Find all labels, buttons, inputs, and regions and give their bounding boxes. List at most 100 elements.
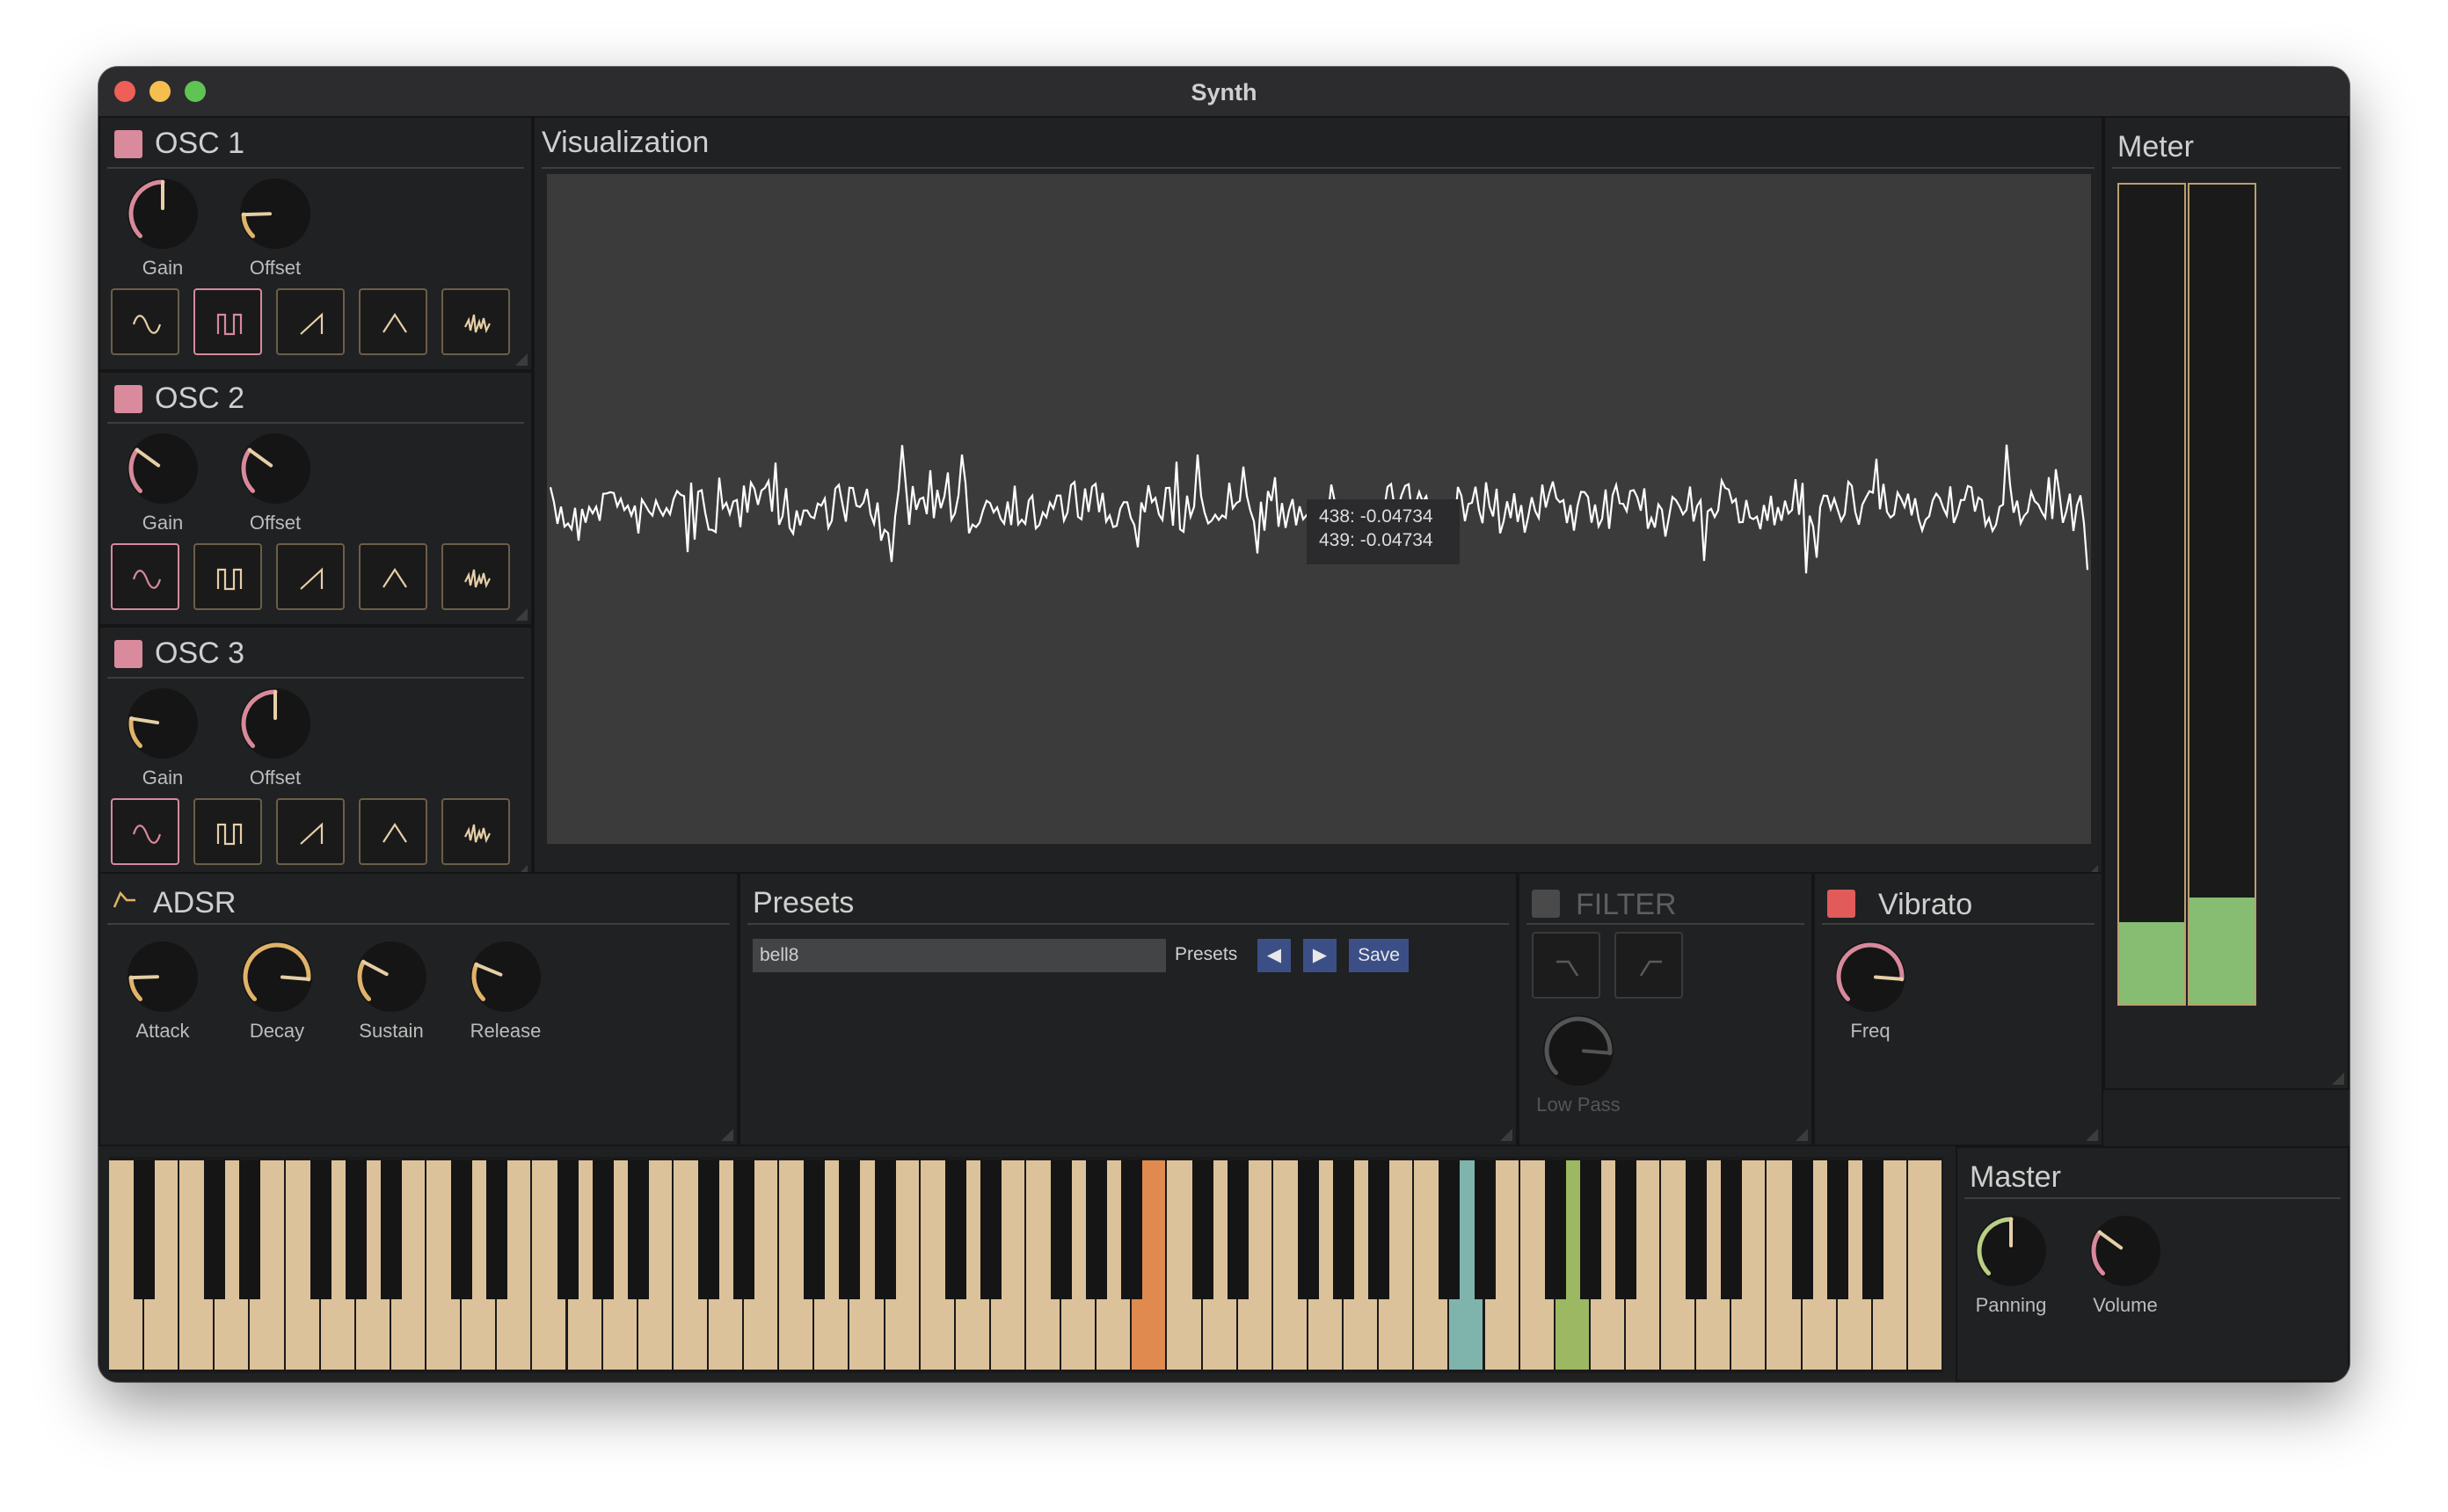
filter-knob-knob[interactable]	[1541, 1013, 1616, 1088]
oscillators-1-knobs-1-knob[interactable]	[237, 431, 313, 506]
black-key[interactable]	[1368, 1160, 1390, 1299]
black-key[interactable]	[1474, 1160, 1496, 1299]
tooltip-line-1: 438: -0.04734	[1319, 506, 1433, 527]
osc-1-triangle-button[interactable]	[359, 288, 427, 355]
next-preset-button[interactable]: ▶	[1303, 939, 1337, 972]
vibrato-enable-checkbox[interactable]	[1827, 890, 1855, 918]
master-knobs-1-knob[interactable]	[2087, 1213, 2163, 1289]
osc-1-enable-checkbox[interactable]	[114, 130, 142, 158]
filter-enable-checkbox[interactable]	[1532, 890, 1560, 918]
osc-2-noise-button[interactable]	[441, 543, 510, 610]
resize-handle[interactable]	[1500, 1129, 1512, 1141]
resize-handle[interactable]	[515, 608, 528, 621]
black-key[interactable]	[1191, 1160, 1213, 1299]
black-key[interactable]	[1862, 1160, 1883, 1299]
black-key[interactable]	[1121, 1160, 1143, 1299]
black-key[interactable]	[1544, 1160, 1566, 1299]
resize-handle[interactable]	[1796, 1129, 1808, 1141]
vibrato-knob-knob[interactable]	[1832, 939, 1908, 1014]
window-title: Synth	[1191, 79, 1257, 105]
black-key[interactable]	[486, 1160, 508, 1299]
osc-3-enable-checkbox[interactable]	[114, 640, 142, 668]
black-key[interactable]	[380, 1160, 402, 1299]
low-pass-type-button[interactable]	[1532, 932, 1600, 999]
osc-1-sine-button[interactable]	[111, 288, 179, 355]
black-key[interactable]	[451, 1160, 473, 1299]
resize-handle[interactable]	[721, 1129, 733, 1141]
osc-2-title: OSC 2	[155, 382, 245, 415]
piano-keyboard[interactable]	[109, 1157, 1943, 1373]
black-key[interactable]	[1826, 1160, 1848, 1299]
osc-3-sine-button[interactable]	[111, 798, 179, 865]
osc-2-enable-checkbox[interactable]	[114, 385, 142, 413]
black-key[interactable]	[1333, 1160, 1355, 1299]
osc-1-saw-button[interactable]	[276, 288, 345, 355]
visualization-panel: Visualization 438: -0.04734 439: -0.0473…	[533, 116, 2103, 883]
black-key[interactable]	[1086, 1160, 1108, 1299]
osc-3-saw-button[interactable]	[276, 798, 345, 865]
black-key[interactable]	[980, 1160, 1002, 1299]
black-key[interactable]	[1614, 1160, 1636, 1299]
resize-handle[interactable]	[515, 353, 528, 366]
oscillators-0-knobs-0-label: Gain	[142, 257, 184, 279]
osc-2-square-button[interactable]	[193, 543, 262, 610]
adsr-knobs-0-knob[interactable]	[125, 939, 200, 1014]
black-key[interactable]	[345, 1160, 367, 1299]
osc-2-saw-button[interactable]	[276, 543, 345, 610]
black-key[interactable]	[1721, 1160, 1743, 1299]
adsr-knobs-2-knob[interactable]	[353, 939, 429, 1014]
square-wave-icon	[216, 823, 243, 846]
save-preset-button[interactable]: Save	[1349, 939, 1409, 972]
osc-1-noise-button[interactable]	[441, 288, 510, 355]
adsr-knobs-3-knob[interactable]	[468, 939, 543, 1014]
black-key[interactable]	[310, 1160, 332, 1299]
oscillators-1-knobs-1-label: Offset	[249, 512, 302, 534]
black-key[interactable]	[134, 1160, 156, 1299]
black-key[interactable]	[733, 1160, 755, 1299]
black-key[interactable]	[1297, 1160, 1319, 1299]
oscillators-0-knobs-1-knob[interactable]	[237, 176, 313, 251]
high-pass-type-button[interactable]	[1614, 932, 1683, 999]
osc-1-panel: OSC 1 Gain Offset	[98, 116, 533, 371]
meter-left-level	[2119, 922, 2184, 1004]
osc-2-sine-button[interactable]	[111, 543, 179, 610]
black-key[interactable]	[839, 1160, 861, 1299]
resize-handle[interactable]	[2086, 1129, 2098, 1141]
osc-3-noise-button[interactable]	[441, 798, 510, 865]
oscillators-1-knobs-0-knob[interactable]	[125, 431, 200, 506]
resize-handle[interactable]	[2332, 1072, 2344, 1085]
previous-preset-button[interactable]: ◀	[1257, 939, 1291, 972]
oscillators-2-knobs-1-label: Offset	[249, 767, 302, 789]
black-key[interactable]	[1579, 1160, 1601, 1299]
black-key[interactable]	[1227, 1160, 1249, 1299]
black-key[interactable]	[592, 1160, 614, 1299]
black-key[interactable]	[697, 1160, 719, 1299]
presets-label: Presets	[1175, 944, 1238, 964]
osc-1-square-button[interactable]	[193, 288, 262, 355]
white-key[interactable]	[1907, 1160, 1943, 1370]
presets-panel: Presets bell8 Presets ◀ ▶ Save	[739, 872, 1518, 1146]
black-key[interactable]	[557, 1160, 579, 1299]
osc-3-square-button[interactable]	[193, 798, 262, 865]
black-key[interactable]	[1686, 1160, 1708, 1299]
black-key[interactable]	[944, 1160, 966, 1299]
black-key[interactable]	[1791, 1160, 1813, 1299]
black-key[interactable]	[1439, 1160, 1461, 1299]
black-key[interactable]	[239, 1160, 261, 1299]
square-wave-icon	[216, 568, 243, 591]
oscillators-2-knobs-1-knob[interactable]	[237, 686, 313, 761]
adsr-knobs-1-knob[interactable]	[239, 939, 315, 1014]
oscillators-2-knobs-0-knob[interactable]	[125, 686, 200, 761]
waveform-display[interactable]: 438: -0.04734 439: -0.04734	[547, 174, 2091, 844]
black-key[interactable]	[204, 1160, 226, 1299]
oscillators-0-knobs-0-knob[interactable]	[125, 176, 200, 251]
sine-wave-icon	[132, 825, 162, 844]
black-key[interactable]	[804, 1160, 826, 1299]
black-key[interactable]	[874, 1160, 896, 1299]
master-knobs-0-knob[interactable]	[1973, 1213, 2049, 1289]
preset-name-field[interactable]: bell8	[753, 939, 1166, 972]
osc-2-triangle-button[interactable]	[359, 543, 427, 610]
osc-3-triangle-button[interactable]	[359, 798, 427, 865]
black-key[interactable]	[627, 1160, 649, 1299]
black-key[interactable]	[1051, 1160, 1073, 1299]
